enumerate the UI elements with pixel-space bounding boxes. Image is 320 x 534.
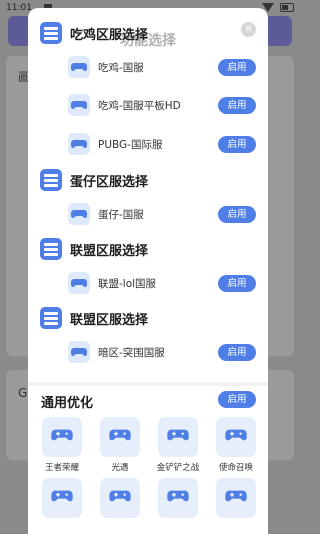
gamepad-icon bbox=[166, 488, 190, 508]
section-header: 联盟区服选择 bbox=[40, 238, 148, 260]
section-title: 吃鸡区服选择 bbox=[70, 27, 149, 43]
gamepad-icon bbox=[68, 56, 90, 78]
close-button[interactable]: ✕ bbox=[241, 22, 256, 37]
game-tile[interactable]: 使命召唤 bbox=[214, 417, 258, 473]
section-title: 联盟区服选择 bbox=[70, 243, 149, 259]
gamepad-icon bbox=[68, 133, 90, 155]
item-label: 吃鸡-国服 bbox=[98, 61, 144, 74]
enable-button[interactable]: 启用 bbox=[218, 135, 256, 153]
section-header: 蛋仔区服选择 bbox=[40, 169, 148, 191]
list-item: 蛋仔-国服 启用 bbox=[68, 202, 256, 226]
game-label: 光遇 bbox=[111, 463, 129, 473]
server-icon bbox=[40, 307, 62, 329]
gamepad-icon bbox=[50, 427, 74, 447]
game-label: 金铲铲之战 bbox=[156, 463, 200, 473]
game-tile[interactable] bbox=[156, 478, 200, 522]
background-card-title: G bbox=[18, 386, 28, 400]
close-icon: ✕ bbox=[244, 24, 253, 35]
list-item: 吃鸡-国服 启用 bbox=[68, 55, 256, 79]
gamepad-icon bbox=[224, 488, 248, 508]
enable-button[interactable]: 启用 bbox=[218, 96, 256, 114]
section-header: 联盟区服选择 bbox=[40, 307, 148, 329]
item-label: PUBG-国际服 bbox=[98, 138, 163, 151]
list-item: PUBG-国际服 启用 bbox=[68, 132, 256, 156]
list-item: 暗区-突围国服 启用 bbox=[68, 340, 256, 364]
gamepad-icon bbox=[68, 272, 90, 294]
gamepad-icon bbox=[108, 427, 132, 447]
list-item: 联盟-lol国服 启用 bbox=[68, 271, 256, 295]
section-title: 蛋仔区服选择 bbox=[70, 174, 149, 190]
item-label: 暗区-突围国服 bbox=[98, 346, 165, 359]
enable-button[interactable]: 启用 bbox=[218, 58, 256, 76]
item-label: 联盟-lol国服 bbox=[98, 277, 157, 290]
game-tile[interactable] bbox=[214, 478, 258, 522]
game-tile[interactable]: 光遇 bbox=[98, 417, 142, 473]
battery-icon bbox=[280, 3, 294, 12]
gamepad-icon bbox=[224, 427, 248, 447]
server-icon bbox=[40, 169, 62, 191]
game-label: 王者荣耀 bbox=[44, 463, 79, 473]
gamepad-icon bbox=[108, 488, 132, 508]
enable-button[interactable]: 启用 bbox=[218, 274, 256, 292]
status-time: 11:01 bbox=[6, 3, 32, 13]
item-label: 吃鸡-国服平板HD bbox=[98, 99, 181, 112]
gamepad-icon bbox=[68, 203, 90, 225]
server-icon bbox=[40, 238, 62, 260]
section-title: 联盟区服选择 bbox=[70, 312, 149, 328]
game-tile[interactable] bbox=[40, 478, 84, 522]
game-tile[interactable]: 王者荣耀 bbox=[40, 417, 84, 473]
optimize-title: 通用优化 bbox=[41, 396, 94, 411]
gamepad-icon bbox=[50, 488, 74, 508]
feature-select-dialog: 功能选择 ✕ 吃鸡区服选择 吃鸡-国服 启用 吃鸡-国服平板HD 启用 PUBG… bbox=[28, 8, 268, 534]
gamepad-icon bbox=[68, 341, 90, 363]
gamepad-icon bbox=[68, 94, 90, 116]
game-tile[interactable] bbox=[98, 478, 142, 522]
item-label: 蛋仔-国服 bbox=[98, 208, 144, 221]
gamepad-icon bbox=[166, 427, 190, 447]
optimize-enable-button[interactable]: 启用 bbox=[218, 391, 256, 408]
enable-button[interactable]: 启用 bbox=[218, 343, 256, 361]
section-header: 吃鸡区服选择 bbox=[40, 22, 148, 44]
list-item: 吃鸡-国服平板HD 启用 bbox=[68, 93, 256, 117]
server-icon bbox=[40, 22, 62, 44]
game-label: 使命召唤 bbox=[218, 463, 253, 473]
game-tile[interactable]: 金铲铲之战 bbox=[156, 417, 200, 473]
enable-button[interactable]: 启用 bbox=[218, 205, 256, 223]
divider bbox=[28, 382, 268, 386]
